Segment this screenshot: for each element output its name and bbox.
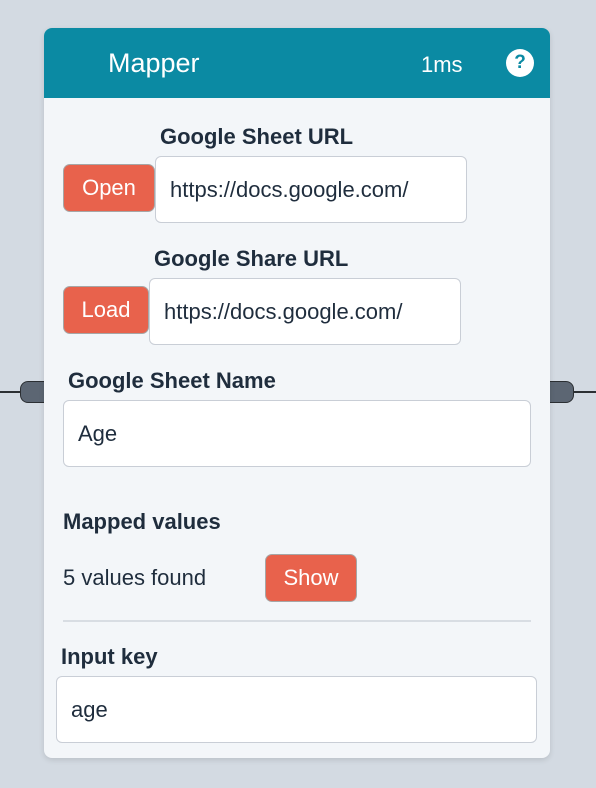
share-url-label: Google Share URL — [154, 246, 349, 271]
mapper-node[interactable]: Mapper 1ms ? Google Sheet URL Open https… — [44, 28, 550, 758]
sheet-url-label: Google Sheet URL — [160, 124, 354, 149]
output-port[interactable] — [550, 381, 574, 403]
sheet-name-label: Google Sheet Name — [68, 368, 276, 393]
help-icon[interactable]: ? — [506, 49, 534, 77]
input-key-label: Input key — [61, 644, 158, 669]
input-port[interactable] — [20, 381, 44, 403]
sheet-name-input[interactable]: Age — [63, 400, 531, 467]
output-wire — [572, 391, 596, 393]
mapped-values-label: Mapped values — [63, 509, 221, 534]
divider — [63, 620, 531, 622]
load-button[interactable]: Load — [63, 286, 149, 334]
node-header[interactable]: Mapper 1ms ? — [44, 28, 550, 98]
show-button[interactable]: Show — [265, 554, 357, 602]
node-title: Mapper — [108, 48, 200, 78]
sheet-url-input[interactable]: https://docs.google.com/ — [155, 156, 467, 223]
open-button[interactable]: Open — [63, 164, 155, 212]
values-found-text: 5 values found — [63, 565, 207, 590]
input-wire — [0, 391, 22, 393]
execution-time: 1ms — [421, 52, 463, 77]
input-key-field[interactable]: age — [56, 676, 537, 743]
share-url-input[interactable]: https://docs.google.com/ — [149, 278, 461, 345]
